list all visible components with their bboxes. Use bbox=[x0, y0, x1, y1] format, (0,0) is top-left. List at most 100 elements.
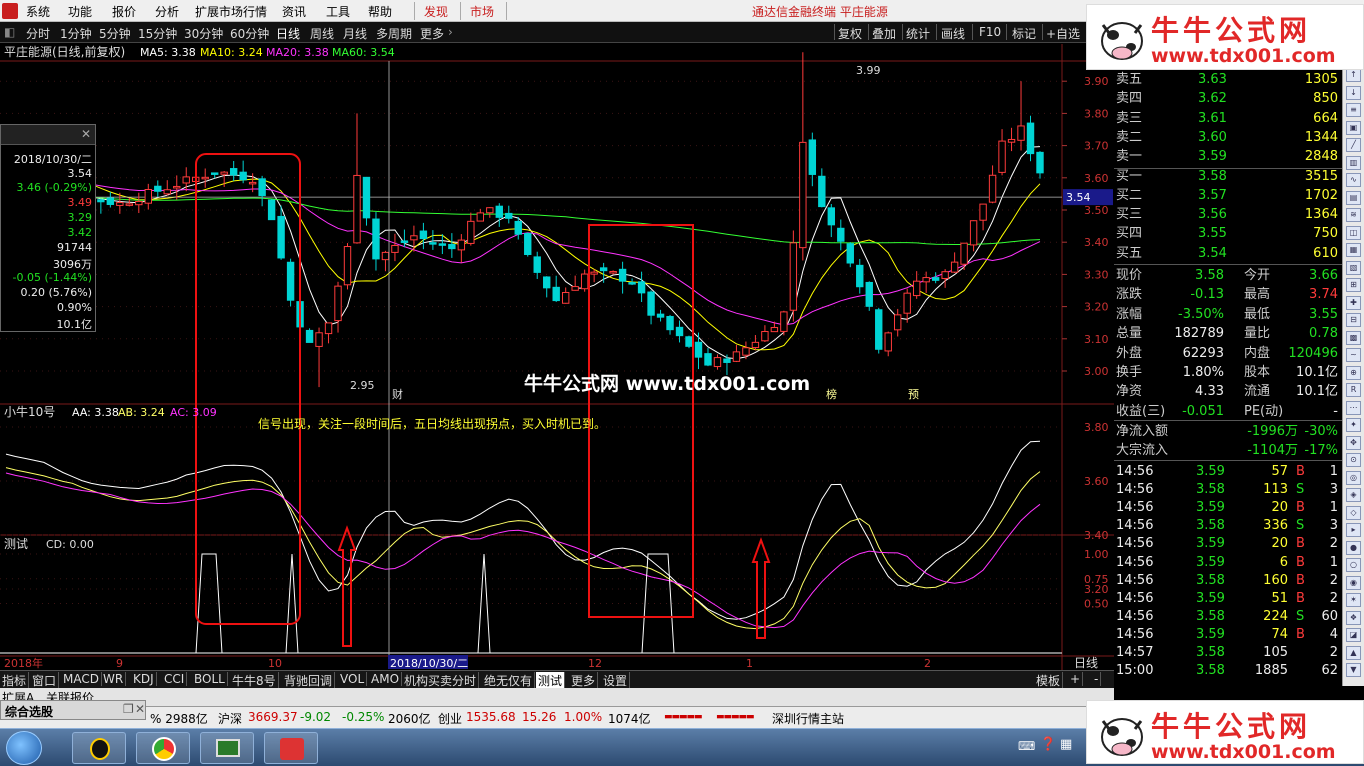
panel-toggle-icon[interactable]: ◧ bbox=[4, 25, 15, 39]
order-book-row[interactable]: 买三 3.56 1364 bbox=[1114, 205, 1342, 224]
fund-flow-row[interactable]: 大宗流入 -1104万 -17% bbox=[1114, 441, 1342, 460]
chrome-icon[interactable] bbox=[136, 732, 190, 764]
chart-tool-icon[interactable]: ≋ bbox=[1346, 208, 1361, 222]
menu-ext-market[interactable]: 扩展市场行情 bbox=[195, 3, 267, 20]
server-name[interactable]: 深圳行情主站 bbox=[772, 710, 844, 727]
chart-tool-icon[interactable]: ▤ bbox=[1346, 190, 1361, 205]
stats-button[interactable]: 统计 bbox=[906, 25, 930, 42]
chart-tool-icon[interactable]: ∿ bbox=[1346, 173, 1361, 187]
quote-stat-row[interactable]: 换手 1.80% 股本 10.1亿 bbox=[1114, 363, 1342, 382]
tab-macd[interactable]: MACD bbox=[61, 672, 102, 686]
tick-row[interactable]: 14:56 3.58 224 S 60 bbox=[1114, 607, 1342, 626]
restore-icon[interactable]: ❐ bbox=[123, 702, 134, 716]
chart-tool-icon[interactable]: ▲ bbox=[1346, 645, 1361, 660]
tab-kdj[interactable]: KDJ bbox=[131, 672, 157, 686]
keyboard-icon[interactable]: ⌨ bbox=[1018, 739, 1035, 753]
chart-tool-icon[interactable]: ◎ bbox=[1346, 470, 1361, 485]
start-button-icon[interactable] bbox=[6, 731, 42, 765]
tab-boll[interactable]: BOLL bbox=[192, 672, 228, 686]
tick-row[interactable]: 14:56 3.59 57 B 1 bbox=[1114, 462, 1342, 481]
period-tab[interactable]: 60分钟 bbox=[230, 25, 269, 42]
chart-tool-icon[interactable]: ~ bbox=[1346, 348, 1361, 362]
tab-wr[interactable]: WR bbox=[101, 672, 127, 686]
chart-tool-icon[interactable]: ▥ bbox=[1346, 155, 1361, 170]
chart-tool-icon[interactable]: ↑ bbox=[1346, 68, 1361, 82]
chart-tool-icon[interactable]: ↓ bbox=[1346, 85, 1361, 100]
f10-button[interactable]: F10 bbox=[979, 25, 1001, 39]
menu-market[interactable]: 市场 bbox=[470, 3, 494, 20]
overlay-button[interactable]: 叠加 bbox=[872, 25, 896, 42]
kline-chart[interactable]: 3.90 3.80 3.70 3.60 3.50 3.40 3.30 3.20 3.10 3.00… bbox=[0, 44, 1114, 670]
order-book-row[interactable]: 卖三 3.61 664 bbox=[1114, 109, 1342, 128]
chart-tool-icon[interactable]: ◪ bbox=[1346, 628, 1361, 642]
chart-tool-icon[interactable]: ◫ bbox=[1346, 225, 1361, 240]
quote-stat-row[interactable]: 涨跌 -0.13 最高 3.74 bbox=[1114, 285, 1342, 304]
mark-button[interactable]: 标记 bbox=[1012, 25, 1036, 42]
chart-tool-icon[interactable]: ❖ bbox=[1346, 610, 1361, 625]
order-book-row[interactable]: 买一 3.58 3515 bbox=[1114, 167, 1342, 186]
chevron-right-icon[interactable]: › bbox=[448, 25, 453, 39]
chart-tool-icon[interactable]: ✶ bbox=[1346, 593, 1361, 607]
quote-stat-row[interactable]: 现价 3.58 今开 3.66 bbox=[1114, 266, 1342, 285]
menu-system[interactable]: 系统 bbox=[26, 3, 50, 20]
period-tab-active[interactable]: 日线 bbox=[276, 25, 300, 42]
quote-stat-row[interactable]: 收益(三) -0.051 PE(动) - bbox=[1114, 402, 1342, 421]
quote-stat-row[interactable]: 外盘 62293 内盘 120496 bbox=[1114, 344, 1342, 363]
period-tab[interactable]: 15分钟 bbox=[138, 25, 177, 42]
quote-stat-row[interactable]: 涨幅 -3.50% 最低 3.55 bbox=[1114, 305, 1342, 324]
period-tab[interactable]: 周线 bbox=[310, 25, 334, 42]
help-icon[interactable]: ❓ bbox=[1040, 737, 1056, 752]
tick-row[interactable]: 14:56 3.58 160 B 2 bbox=[1114, 571, 1342, 590]
chart-tool-icon[interactable]: ◈ bbox=[1346, 488, 1361, 502]
template-button[interactable]: 模板 bbox=[1034, 672, 1064, 689]
terminal-icon[interactable] bbox=[200, 732, 254, 764]
tab-more[interactable]: 更多 bbox=[569, 672, 599, 689]
menu-analysis[interactable]: 分析 bbox=[155, 3, 179, 20]
tick-row[interactable]: 14:57 3.58 105 2 bbox=[1114, 643, 1342, 662]
tdx-app-icon[interactable] bbox=[264, 732, 318, 764]
tab-jigou[interactable]: 机构买卖分时 bbox=[402, 672, 480, 689]
tab-niuniu8[interactable]: 牛牛8号 bbox=[230, 672, 279, 689]
network-icon[interactable]: ▦ bbox=[1060, 737, 1072, 752]
chart-tool-icon[interactable]: ≡ bbox=[1346, 103, 1361, 117]
tab-beichi[interactable]: 背驰回调 bbox=[282, 672, 336, 689]
more-periods[interactable]: 更多 bbox=[420, 25, 444, 42]
order-book-row[interactable]: 买五 3.54 610 bbox=[1114, 244, 1342, 263]
chart-tool-icon[interactable]: ▧ bbox=[1346, 260, 1361, 275]
order-book-row[interactable]: 卖二 3.60 1344 bbox=[1114, 128, 1342, 147]
chart-tool-icon[interactable]: ⊙ bbox=[1346, 453, 1361, 467]
tab-amo[interactable]: AMO bbox=[369, 672, 403, 686]
menu-discover[interactable]: 发现 bbox=[424, 3, 448, 20]
order-book-row[interactable]: 卖一 3.59 2848 bbox=[1114, 147, 1342, 166]
chart-tool-icon[interactable]: ▣ bbox=[1346, 120, 1361, 135]
period-tab[interactable]: 月线 bbox=[343, 25, 367, 42]
tick-row[interactable]: 14:56 3.58 113 S 3 bbox=[1114, 480, 1342, 499]
tab-test-active[interactable]: 测试 bbox=[536, 672, 566, 689]
restore-right-button[interactable]: 复权 bbox=[838, 25, 862, 42]
zoom-out-button[interactable]: - bbox=[1092, 672, 1102, 686]
chart-tool-icon[interactable]: ⊕ bbox=[1346, 365, 1361, 380]
order-book-row[interactable]: 买二 3.57 1702 bbox=[1114, 186, 1342, 205]
order-book-row[interactable]: 卖五 3.63 1305 bbox=[1114, 70, 1342, 89]
tick-row[interactable]: 15:00 3.58 1885 62 bbox=[1114, 661, 1342, 680]
qq-icon[interactable] bbox=[72, 732, 126, 764]
chart-tool-icon[interactable]: ▼ bbox=[1346, 663, 1361, 677]
chart-tool-icon[interactable]: ✦ bbox=[1346, 418, 1361, 432]
chart-tool-icon[interactable]: R bbox=[1346, 383, 1361, 397]
tab-juewu[interactable]: 绝无仅有 bbox=[482, 672, 536, 689]
stock-screener-window[interactable]: 综合选股 ❐ ✕ bbox=[0, 700, 146, 720]
zoom-in-button[interactable]: + bbox=[1068, 672, 1084, 686]
menu-function[interactable]: 功能 bbox=[68, 3, 92, 20]
quote-stat-row[interactable]: 总量 182789 量比 0.78 bbox=[1114, 324, 1342, 343]
menu-news[interactable]: 资讯 bbox=[282, 3, 306, 20]
chart-tool-icon[interactable]: ✚ bbox=[1346, 295, 1361, 310]
chart-tool-icon[interactable]: ▩ bbox=[1346, 330, 1361, 345]
tab-cci[interactable]: CCI bbox=[162, 672, 188, 686]
tick-row[interactable]: 14:56 3.59 51 B 2 bbox=[1114, 589, 1342, 608]
period-tab[interactable]: 1分钟 bbox=[60, 25, 92, 42]
menu-help[interactable]: 帮助 bbox=[368, 3, 392, 20]
tab-settings[interactable]: 设置 bbox=[601, 672, 631, 689]
menu-tools[interactable]: 工具 bbox=[326, 3, 350, 20]
period-tab[interactable]: 30分钟 bbox=[184, 25, 223, 42]
chart-tool-icon[interactable]: ⊞ bbox=[1346, 278, 1361, 292]
